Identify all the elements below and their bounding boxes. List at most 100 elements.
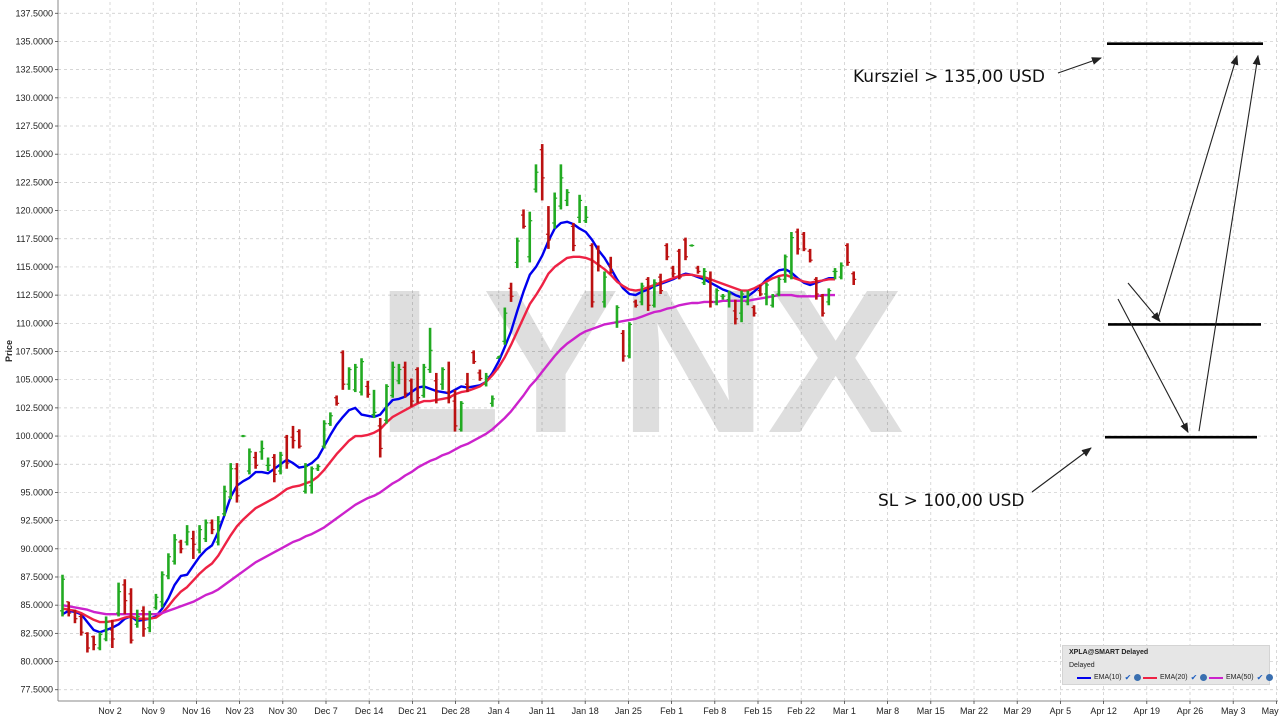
x-axis-ticks: Nov 2 Nov 9 Nov 16 Nov 23 Nov 30 Dec 7 Dec 14 D… (98, 701, 1280, 716)
ohlc-bar (340, 350, 346, 390)
x-tick-label: Dec 28 (441, 706, 470, 716)
ohlc-bar (577, 194, 583, 223)
ohlc-bar (97, 632, 103, 651)
annotation-arrow (1127, 282, 1161, 323)
ohlc-bar (184, 525, 190, 546)
x-tick-label: Mar 8 (876, 706, 899, 716)
y-tick-label: 122.5000 (15, 177, 53, 187)
ohlc-bar (209, 519, 215, 535)
y-tick-label: 105.0000 (15, 375, 53, 385)
y-tick-label: 77.5000 (20, 685, 53, 695)
x-tick-label: Feb 8 (703, 706, 726, 716)
ohlc-bar (165, 553, 171, 580)
y-tick-label: 120.0000 (15, 206, 53, 216)
ohlc-bar (259, 440, 265, 460)
ema10-swatch (1077, 676, 1091, 679)
ohlc-bar (539, 144, 545, 201)
x-tick-label: May 10 (1262, 706, 1280, 716)
annotation-arrow (1198, 54, 1261, 432)
x-tick-label: Jan 18 (572, 706, 599, 716)
ohlc-bar (290, 425, 296, 449)
x-tick-label: Mar 22 (960, 706, 988, 716)
y-tick-label: 112.5000 (16, 290, 53, 300)
x-tick-label: Jan 4 (488, 706, 510, 716)
x-tick-label: Mar 29 (1003, 706, 1031, 716)
ohlc-bar (359, 358, 365, 396)
x-tick-label: Feb 1 (660, 706, 683, 716)
y-tick-label: 137.5000 (15, 8, 53, 18)
legend-label-ema50: EMA(50) (1226, 674, 1254, 681)
target-annotation: Kursziel > 135,00 USD (853, 67, 1045, 87)
y-tick-label: 107.5000 (15, 347, 53, 357)
x-tick-label: Feb 22 (787, 706, 815, 716)
watermark: LYNX (376, 247, 904, 476)
ohlc-bar (533, 164, 539, 193)
ohlc-bar (346, 367, 352, 390)
x-tick-label: Feb 15 (744, 706, 772, 716)
x-tick-label: Dec 14 (355, 706, 384, 716)
x-tick-label: Apr 5 (1050, 706, 1072, 716)
stop-loss-annotation: SL > 100,00 USD (878, 491, 1025, 511)
ema20-swatch (1143, 676, 1157, 679)
y-tick-label: 117.5000 (16, 234, 53, 244)
ohlc-bar (558, 164, 564, 210)
x-tick-label: Jan 25 (615, 706, 642, 716)
x-tick-label: Apr 26 (1177, 706, 1204, 716)
y-tick-label: 130.0000 (15, 93, 53, 103)
globe-icon (1200, 674, 1208, 681)
annotation-arrow (1031, 447, 1092, 493)
annotation-arrows (1031, 54, 1261, 493)
y-tick-label: 110.0000 (16, 318, 53, 328)
y-tick-label: 92.5000 (20, 516, 53, 526)
ohlc-bar (172, 534, 178, 565)
x-tick-label: Mar 1 (833, 706, 856, 716)
ohlc-bar (564, 189, 570, 207)
x-tick-label: Apr 12 (1090, 706, 1117, 716)
x-tick-label: Dec 21 (398, 706, 427, 716)
y-tick-label: 85.0000 (20, 600, 53, 610)
y-tick-label: 95.0000 (20, 487, 53, 497)
y-tick-label: 132.5000 (15, 65, 53, 75)
ohlc-bar (116, 582, 122, 617)
legend[interactable]: XPLA@SMART Delayed Delayed EMA(10) ✔ EMA… (1062, 645, 1274, 685)
globe-icon (1266, 674, 1274, 681)
legend-subtitle: Delayed (1069, 662, 1095, 669)
ohlc-bar (240, 434, 246, 438)
check-icon: ✔ (1190, 673, 1198, 682)
check-icon: ✔ (1256, 673, 1264, 682)
y-tick-label: 115.0000 (16, 262, 53, 272)
ohlc-bar (153, 593, 159, 610)
legend-item-ema20[interactable]: EMA(20) ✔ (1143, 673, 1208, 682)
ohlc-bar (60, 574, 65, 617)
x-tick-label: Nov 23 (225, 706, 254, 716)
price-chart: LYNX 77.5000 80.0000 82.5000 85.0000 87.5000… (4, 0, 1280, 716)
x-tick-label: Nov 30 (269, 706, 298, 716)
ohlc-bar (352, 363, 358, 393)
y-tick-label: 80.0000 (20, 657, 53, 667)
ohlc-bar (315, 464, 321, 472)
chart-area: LYNX 77.5000 80.0000 82.5000 85.0000 87.5000… (0, 0, 1280, 720)
y-tick-label: 90.0000 (20, 544, 53, 554)
annotation-arrow (1157, 54, 1239, 319)
legend-item-ema50[interactable]: EMA(50) ✔ (1209, 673, 1274, 682)
y-tick-label: 102.5000 (15, 403, 53, 413)
ohlc-bar (122, 579, 128, 615)
ohlc-bar (284, 434, 290, 469)
legend-item-ema10[interactable]: EMA(10) ✔ (1077, 673, 1142, 682)
ohlc-bar (140, 606, 146, 637)
y-tick-label: 97.5000 (20, 459, 53, 469)
check-icon: ✔ (1124, 673, 1132, 682)
ohlc-bar (583, 206, 589, 223)
globe-icon (1134, 674, 1142, 681)
y-tick-label: 135.0000 (15, 36, 53, 46)
ohlc-bar (203, 519, 209, 543)
ohlc-bar (178, 539, 184, 554)
target-lines (1105, 42, 1263, 439)
y-axis-label: Price (4, 340, 14, 362)
x-tick-label: Dec 7 (314, 706, 338, 716)
y-tick-label: 127.5000 (15, 121, 53, 131)
annotation-arrow (1117, 298, 1189, 434)
ohlc-bar (334, 395, 340, 406)
x-tick-label: Apr 19 (1134, 706, 1161, 716)
y-axis-ticks: 77.5000 80.0000 82.5000 85.0000 87.5000 90.00… (15, 8, 58, 695)
